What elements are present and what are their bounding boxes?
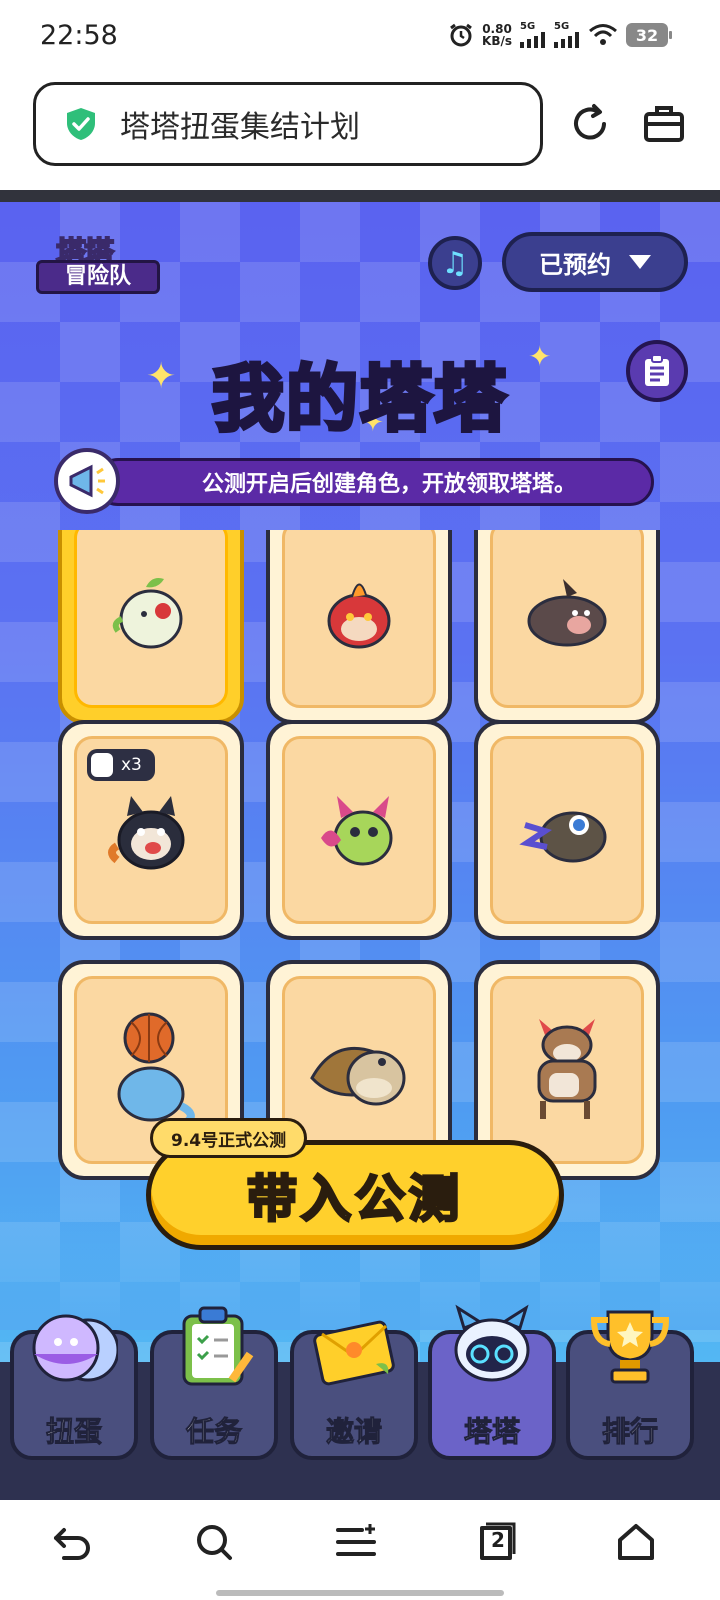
game-canvas: 塔塔 冒险队 ♫ 已预约 ✦ ✦ ✦ 我的塔塔 公测开启后创建角色，开放领取塔塔… (0, 190, 720, 1500)
count-badge: x3 (87, 749, 155, 781)
status-icons: 0.80 KB/s 5G 5G 32 (448, 22, 672, 48)
battery-indicator: 32 (626, 23, 672, 47)
tab-ranking[interactable]: 排行 (566, 1310, 694, 1460)
creature-leaf-bird-icon (112, 578, 183, 649)
alarm-icon (450, 23, 472, 47)
music-note-icon: ♫ (441, 245, 469, 281)
trophy-icon (590, 1310, 670, 1384)
creature-ball-seal-icon (117, 1012, 195, 1126)
wifi-icon (589, 24, 617, 45)
tab-tata[interactable]: 塔塔 (428, 1304, 556, 1460)
tab-invite[interactable]: 邀请 (290, 1310, 418, 1460)
creature-turtle-icon (310, 1046, 406, 1106)
tab-label: 塔塔 (463, 1415, 520, 1449)
signal-2: 5G (554, 22, 580, 48)
robot-icon (454, 1304, 530, 1382)
home-icon[interactable] (614, 1520, 658, 1564)
launch-date-tag: 9.4号正式公测 (150, 1118, 308, 1158)
net-speed: 0.80 KB/s (482, 22, 512, 48)
game-tab-bar: 扭蛋 任务 邀请 塔塔 排行 (0, 1304, 720, 1500)
chevron-down-icon (629, 255, 651, 269)
creature-card[interactable] (266, 530, 452, 724)
reserve-label: 已预约 (539, 250, 611, 279)
signal-1: 5G (520, 22, 546, 48)
creature-fire-bird-icon (327, 583, 391, 649)
tab-label: 扭蛋 (45, 1415, 102, 1449)
creature-boar-icon (527, 579, 607, 647)
divider (0, 190, 720, 202)
clipboard-icon (645, 354, 669, 386)
envelope-icon (313, 1320, 395, 1386)
creature-card[interactable] (58, 530, 244, 724)
creature-lizard-icon (519, 811, 607, 863)
capsule-icon (32, 1314, 118, 1382)
toolbox-icon[interactable] (642, 102, 686, 146)
browser-nav-bar: 2 (0, 1500, 720, 1600)
signal-icon (554, 32, 579, 48)
home-indicator[interactable] (216, 1590, 504, 1596)
back-icon[interactable] (50, 1520, 94, 1564)
tab-label: 排行 (601, 1415, 658, 1449)
reserve-dropdown[interactable]: 已预约 (502, 232, 688, 292)
music-button[interactable]: ♫ (428, 236, 482, 290)
url-page-title: 塔塔扭蛋集结计划 (120, 110, 360, 145)
url-field[interactable]: 塔塔扭蛋集结计划 (33, 82, 543, 166)
page-title: 我的塔塔 (210, 355, 508, 443)
creature-card[interactable] (266, 720, 452, 940)
tabs-button[interactable]: 2 (476, 1520, 520, 1564)
tab-tasks[interactable]: 任务 (150, 1306, 278, 1460)
clipboard-icon (182, 1306, 254, 1386)
tab-capsule[interactable]: 扭蛋 (10, 1310, 138, 1460)
records-button[interactable] (626, 340, 688, 402)
status-time: 22:58 (40, 20, 118, 51)
search-icon[interactable] (192, 1520, 236, 1564)
shield-icon (67, 108, 95, 140)
status-bar: 22:58 0.80 KB/s 5G 5G 32 (0, 0, 720, 74)
creature-cow-icon (537, 1019, 597, 1119)
notice-banner: 公测开启后创建角色，开放领取塔塔。 (54, 448, 662, 514)
tab-label: 任务 (185, 1415, 242, 1449)
notice-text: 公测开启后创建角色，开放领取塔塔。 (94, 458, 654, 506)
tab-count: 2 (491, 1528, 505, 1552)
reload-icon[interactable] (568, 102, 612, 146)
creature-puppy-icon (108, 796, 185, 870)
creature-card[interactable] (474, 530, 660, 724)
creature-flower-cat-icon (321, 796, 393, 866)
megaphone-icon (54, 448, 120, 514)
signal-icon (520, 32, 545, 48)
menu-icon[interactable] (334, 1520, 378, 1564)
browser-toolbar: 塔塔扭蛋集结计划 (0, 74, 720, 190)
game-logo: 塔塔 冒险队 (34, 228, 164, 298)
creature-card[interactable] (474, 720, 660, 940)
tab-label: 邀请 (325, 1415, 382, 1449)
creature-card[interactable]: x3 (58, 720, 244, 940)
